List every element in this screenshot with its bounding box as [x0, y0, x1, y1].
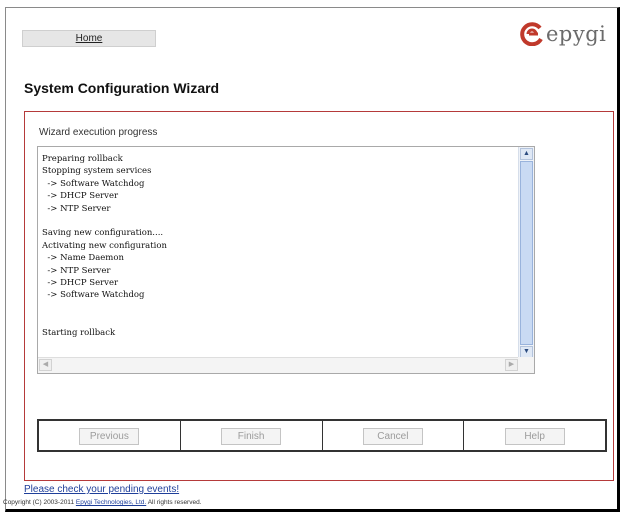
home-tab[interactable]: Home [22, 30, 156, 47]
button-cell-cancel: Cancel [323, 421, 465, 450]
epygi-logo: epygi [520, 20, 610, 50]
vertical-scrollbar[interactable]: ▲ ▼ [518, 147, 534, 359]
button-cell-previous: Previous [39, 421, 181, 450]
help-button[interactable]: Help [504, 428, 565, 445]
horizontal-scrollbar[interactable]: ◀ ▶ [38, 357, 519, 373]
logo-wordmark: epygi [546, 22, 607, 46]
pending-events-link[interactable]: Please check your pending events! [24, 484, 179, 495]
epygi-logo-mark-icon [520, 22, 543, 46]
scroll-thumb[interactable] [520, 161, 533, 345]
scroll-right-icon[interactable]: ▶ [505, 359, 518, 371]
progress-log-text: Preparing rollback Stopping system servi… [42, 154, 167, 338]
copyright-suffix: All rights reserved. [147, 499, 202, 506]
scroll-up-icon[interactable]: ▲ [520, 148, 533, 160]
button-cell-finish: Finish [181, 421, 323, 450]
cancel-button[interactable]: Cancel [362, 428, 423, 445]
button-cell-help: Help [464, 421, 605, 450]
scrollbar-corner [518, 357, 534, 373]
wizard-panel: Wizard execution progress Preparing roll… [24, 111, 614, 481]
scroll-left-icon[interactable]: ◀ [39, 359, 52, 371]
wizard-button-bar: Previous Finish Cancel Help [37, 419, 607, 452]
copyright-notice: Copyright (C) 2003-2011 Epygi Technologi… [3, 499, 202, 506]
section-label: Wizard execution progress [39, 127, 158, 138]
finish-button[interactable]: Finish [221, 428, 282, 445]
progress-log-textarea[interactable]: Preparing rollback Stopping system servi… [37, 146, 535, 374]
copyright-prefix: Copyright (C) 2003-2011 [3, 499, 75, 506]
previous-button[interactable]: Previous [79, 428, 140, 445]
company-link[interactable]: Epygi Technologies, Ltd. [76, 499, 146, 506]
page-title: System Configuration Wizard [24, 80, 220, 96]
